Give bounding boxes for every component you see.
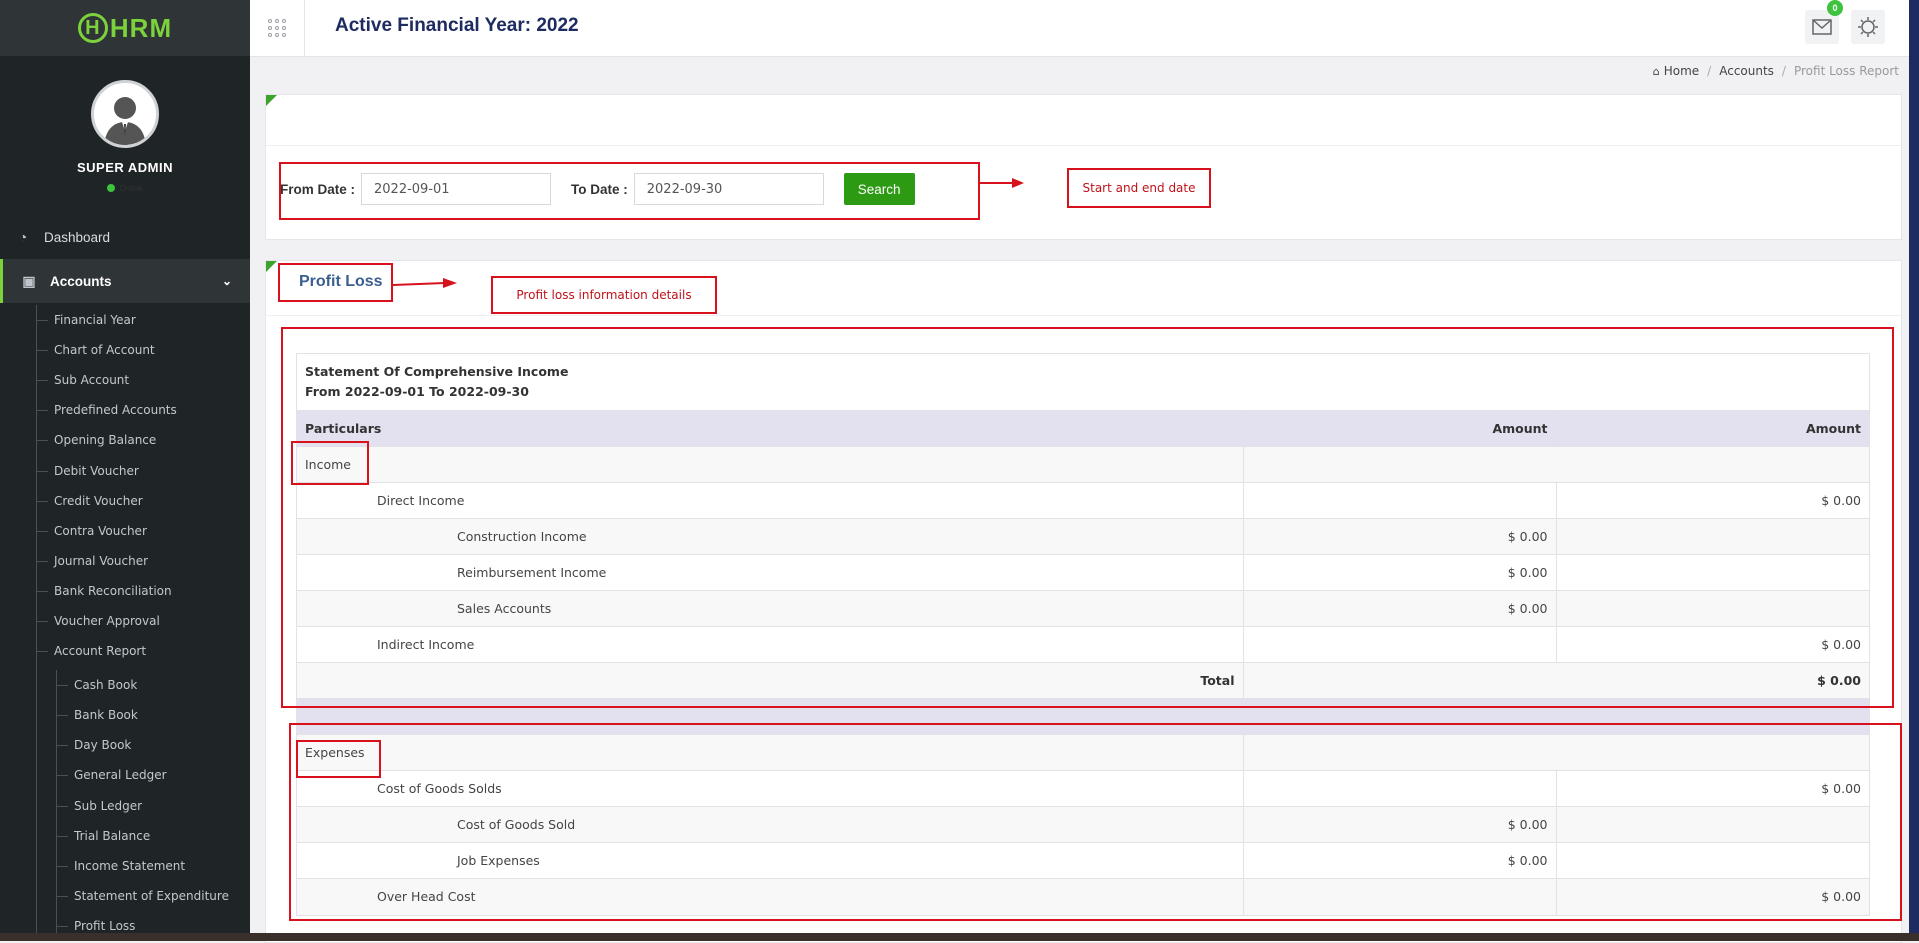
breadcrumb-separator: /	[1781, 64, 1786, 78]
os-taskbar	[0, 933, 1919, 941]
sidebar-item-contra-voucher[interactable]: Contra Voucher	[36, 516, 250, 546]
user-status: Online	[0, 183, 250, 193]
filter-panel-header	[266, 95, 1901, 146]
sidebar-item-journal-voucher[interactable]: Journal Voucher	[36, 546, 250, 576]
user-silhouette-icon	[104, 97, 146, 145]
breadcrumb-current: Profit Loss Report	[1793, 64, 1899, 78]
sidebar-item-debit-voucher[interactable]: Debit Voucher	[36, 455, 250, 485]
sidebar-item-bank-book[interactable]: Bank Book	[56, 700, 250, 730]
sidebar-item-financial-year[interactable]: Financial Year	[36, 305, 250, 335]
user-profile: SUPER ADMIN Online	[0, 56, 250, 193]
sidebar: H HRM SUPER ADMIN Online ◔ Dashboard ▣ A…	[0, 0, 250, 933]
sidebar-item-sub-account[interactable]: Sub Account	[36, 365, 250, 395]
sidebar-item-accounts[interactable]: ▣ Accounts ⌄	[0, 259, 250, 303]
messages-button[interactable]: 0	[1805, 0, 1843, 44]
grid-menu-icon	[268, 19, 286, 37]
panel-corner-marker	[266, 95, 277, 106]
sidebar-item-cash-book[interactable]: Cash Book	[56, 670, 250, 700]
breadcrumb: ⌂ Home / Accounts / Profit Loss Report	[1653, 64, 1899, 78]
annotation-dates-note: Start and end date	[1067, 168, 1211, 208]
online-status-icon	[107, 184, 116, 192]
sidebar-item-predefined-accounts[interactable]: Predefined Accounts	[36, 395, 250, 425]
message-count-badge: 0	[1827, 0, 1843, 16]
sidebar-item-label: Dashboard	[44, 229, 111, 245]
annotation-date-filter-box	[279, 162, 980, 220]
top-header: Active Financial Year: 2022 0	[250, 0, 1919, 57]
sidebar-item-label: Accounts	[50, 273, 112, 289]
annotation-expenses-box	[289, 723, 1902, 921]
logo-text: HRM	[109, 12, 173, 43]
status-text: Online	[119, 183, 143, 193]
app-logo[interactable]: H HRM	[77, 12, 173, 44]
account-report-submenu: Cash Book Bank Book Day Book General Led…	[56, 670, 250, 933]
sidebar-item-chart-of-account[interactable]: Chart of Account	[36, 335, 250, 365]
sidebar-item-account-report[interactable]: Account Report	[36, 636, 250, 666]
page-title: Active Financial Year: 2022	[335, 15, 579, 36]
sidebar-item-bank-reconciliation[interactable]: Bank Reconciliation	[36, 576, 250, 606]
logo-bar: H HRM	[0, 0, 250, 56]
settings-button[interactable]	[1851, 10, 1885, 44]
panel-corner-marker	[266, 261, 277, 272]
sidebar-item-opening-balance[interactable]: Opening Balance	[36, 425, 250, 455]
user-name: SUPER ADMIN	[76, 160, 174, 175]
annotation-title-box	[278, 263, 393, 302]
sidebar-item-voucher-approval[interactable]: Voucher Approval	[36, 606, 250, 636]
sidebar-item-sub-ledger[interactable]: Sub Ledger	[56, 791, 250, 821]
sidebar-item-profit-loss[interactable]: Profit Loss	[56, 911, 250, 933]
avatar[interactable]	[91, 80, 159, 148]
sidebar-item-dashboard[interactable]: ◔ Dashboard	[0, 215, 250, 259]
sidebar-item-income-statement[interactable]: Income Statement	[56, 851, 250, 881]
logo-h-mark-icon: H	[77, 13, 108, 43]
sidebar-item-statement-of-expenditure[interactable]: Statement of Expenditure	[56, 881, 250, 911]
sidebar-item-credit-voucher[interactable]: Credit Voucher	[36, 486, 250, 516]
breadcrumb-separator: /	[1707, 64, 1712, 78]
envelope-icon	[1812, 19, 1832, 35]
annotation-arrow-icon	[393, 278, 457, 288]
home-icon: ⌂	[1652, 64, 1660, 78]
app-menu-button[interactable]	[250, 0, 305, 56]
breadcrumb-accounts[interactable]: Accounts	[1719, 64, 1774, 78]
accounts-briefcase-icon: ▣	[22, 272, 36, 289]
window-edge	[1909, 0, 1919, 941]
sidebar-item-trial-balance[interactable]: Trial Balance	[56, 821, 250, 851]
annotation-details-note: Profit loss information details	[491, 276, 717, 314]
breadcrumb-home[interactable]: Home	[1664, 64, 1699, 78]
chevron-down-icon: ⌄	[221, 274, 232, 288]
gear-icon	[1858, 17, 1878, 37]
dashboard-gauge-icon: ◔	[18, 229, 28, 245]
accounts-submenu: Financial Year Chart of Account Sub Acco…	[36, 305, 250, 933]
annotation-income-label-box	[291, 441, 369, 485]
sidebar-item-general-ledger[interactable]: General Ledger	[56, 760, 250, 790]
sidebar-nav: ◔ Dashboard ▣ Accounts ⌄ Financial Year …	[0, 215, 250, 933]
annotation-arrow-icon	[980, 178, 1024, 188]
annotation-income-box	[281, 327, 1894, 708]
sidebar-item-day-book[interactable]: Day Book	[56, 730, 250, 760]
annotation-expenses-label-box	[296, 740, 381, 778]
